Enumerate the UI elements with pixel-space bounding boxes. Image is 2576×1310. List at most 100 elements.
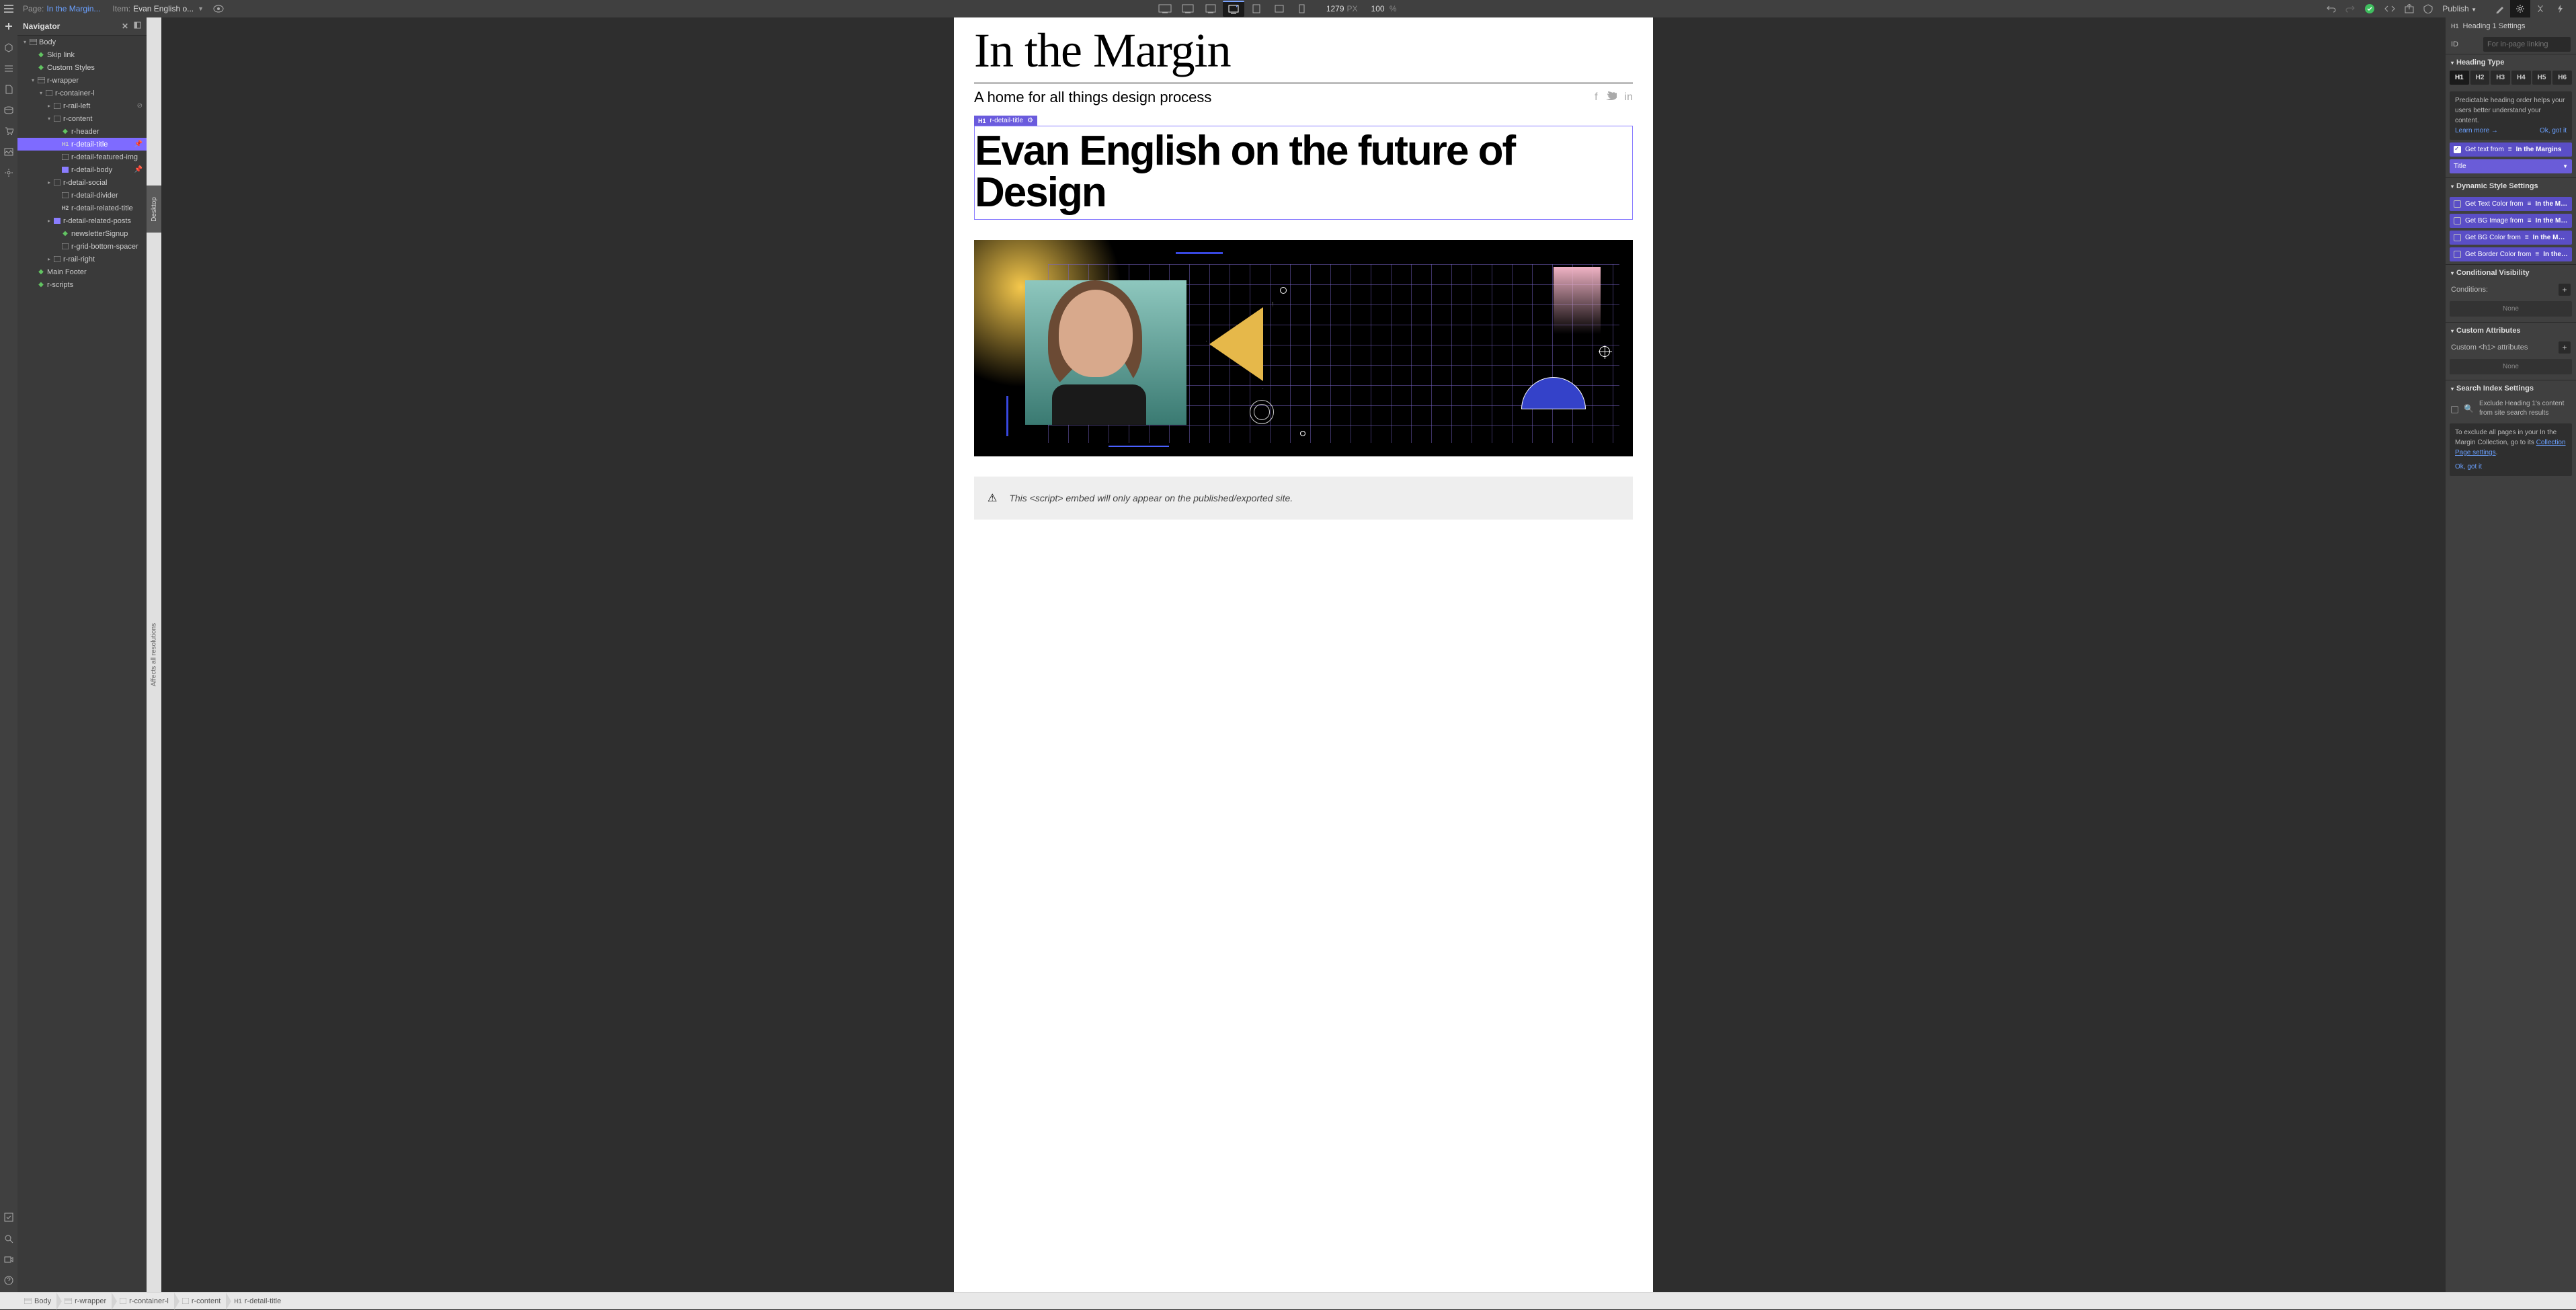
selection-label[interactable]: H1 r-detail-title ⚙: [974, 116, 1037, 126]
navigator-icon[interactable]: [4, 65, 13, 73]
dyn-checkbox[interactable]: [2454, 217, 2461, 224]
tree-node[interactable]: ◆r-header: [17, 125, 147, 138]
heading-type-header[interactable]: ▾Heading Type: [2446, 54, 2576, 71]
style-tab[interactable]: [2490, 0, 2510, 17]
preview-eye-icon[interactable]: [213, 5, 224, 13]
id-input[interactable]: [2483, 37, 2571, 52]
dyn-checkbox[interactable]: [2454, 200, 2461, 208]
assets-icon[interactable]: [4, 148, 13, 156]
device-tablet-button[interactable]: [1246, 1, 1267, 17]
tree-node[interactable]: ◆r-scripts: [17, 278, 147, 291]
canvas[interactable]: In the Margin A home for all things desi…: [161, 17, 2446, 1292]
breadcrumb-item[interactable]: r-container-l: [113, 1293, 175, 1309]
dynamic-style-row[interactable]: Get BG Color from≡In the Margi...: [2450, 231, 2572, 245]
pages-icon[interactable]: [5, 85, 13, 94]
search-index-header[interactable]: ▾Search Index Settings: [2446, 380, 2576, 397]
heading-h6-button[interactable]: H6: [2552, 71, 2572, 85]
navigator-tree[interactable]: Body◆Skip link◆Custom Stylesr-wrapperr-c…: [17, 35, 147, 1292]
get-text-from-row[interactable]: Get text from ≡ In the Margins: [2450, 142, 2572, 157]
navigator-pin-icon[interactable]: [134, 22, 141, 31]
tree-node[interactable]: ◆Custom Styles: [17, 61, 147, 74]
heading-h5-button[interactable]: H5: [2532, 71, 2552, 85]
add-attribute-button[interactable]: +: [2559, 341, 2571, 354]
learn-more-link[interactable]: Learn more →: [2455, 127, 2498, 134]
components-icon[interactable]: [4, 43, 13, 52]
tree-node[interactable]: r-detail-related-posts: [17, 214, 147, 227]
facebook-icon[interactable]: f: [1595, 91, 1597, 104]
tree-node[interactable]: ◆Skip link: [17, 48, 147, 61]
interactions-tab[interactable]: [2550, 0, 2571, 17]
redo-icon[interactable]: [2345, 5, 2355, 13]
cms-icon[interactable]: [4, 106, 13, 114]
heading-h4-button[interactable]: H4: [2511, 71, 2531, 85]
site-title[interactable]: In the Margin: [974, 17, 1633, 79]
search-icon[interactable]: [4, 1234, 13, 1243]
style-manager-tab[interactable]: [2530, 0, 2550, 17]
tree-node[interactable]: r-wrapper: [17, 74, 147, 87]
dynamic-style-row[interactable]: Get BG Image from≡In the Marg...: [2450, 214, 2572, 228]
publish-button[interactable]: Publish ▼: [2442, 4, 2477, 13]
device-landscape-button[interactable]: [1269, 1, 1290, 17]
navigator-close-icon[interactable]: ✕: [122, 22, 128, 31]
export-icon[interactable]: [2405, 4, 2414, 13]
breadcrumb-item[interactable]: H1r-detail-title: [227, 1293, 288, 1309]
device-desktop-button[interactable]: [1223, 1, 1244, 17]
dyn-checkbox[interactable]: [2454, 234, 2461, 241]
tree-node[interactable]: r-detail-social: [17, 176, 147, 189]
tree-node[interactable]: H1r-detail-title📌: [17, 138, 147, 151]
item-dropdown-caret-icon[interactable]: ▼: [198, 5, 204, 12]
add-icon[interactable]: [4, 22, 13, 31]
heading-h2-button[interactable]: H2: [2470, 71, 2490, 85]
ecommerce-icon[interactable]: [4, 126, 13, 136]
dyn-checkbox[interactable]: [2454, 251, 2461, 258]
site-subtitle[interactable]: A home for all things design process: [974, 89, 1211, 106]
device-l-button[interactable]: [1177, 1, 1199, 17]
settings-icon[interactable]: [4, 168, 13, 177]
tree-node[interactable]: H2r-detail-related-title: [17, 202, 147, 214]
video-icon[interactable]: [4, 1256, 13, 1264]
item-value[interactable]: Evan English o...: [133, 4, 194, 13]
heading-h1-button[interactable]: H1: [2450, 71, 2469, 85]
dynamic-style-header[interactable]: ▾Dynamic Style Settings: [2446, 178, 2576, 194]
settings-tab[interactable]: [2510, 0, 2530, 17]
tree-node[interactable]: r-grid-bottom-spacer: [17, 240, 147, 253]
tree-node[interactable]: Body: [17, 36, 147, 48]
selection-gear-icon[interactable]: ⚙: [1027, 117, 1033, 124]
device-mobile-button[interactable]: [1291, 1, 1313, 17]
ok-got-it-link[interactable]: Ok, got it: [2540, 126, 2567, 136]
field-select[interactable]: Title▼: [2450, 159, 2572, 173]
device-xl-button[interactable]: [1154, 1, 1176, 17]
add-condition-button[interactable]: +: [2559, 284, 2571, 296]
audit-icon[interactable]: [2423, 4, 2433, 13]
help-icon[interactable]: [4, 1276, 13, 1285]
code-icon[interactable]: [2384, 5, 2395, 13]
hamburger-menu[interactable]: [0, 0, 17, 17]
tree-node[interactable]: r-rail-right: [17, 253, 147, 265]
exclude-checkbox[interactable]: [2451, 406, 2458, 413]
canvas-zoom[interactable]: 100 %: [1371, 4, 1397, 13]
breadcrumb-item[interactable]: Body: [17, 1293, 58, 1309]
tree-node[interactable]: r-detail-body📌: [17, 163, 147, 176]
tree-node[interactable]: r-container-l: [17, 87, 147, 99]
breadcrumb-item[interactable]: r-wrapper: [58, 1293, 113, 1309]
custom-attributes-header[interactable]: ▾Custom Attributes: [2446, 323, 2576, 339]
twitter-icon[interactable]: [1606, 91, 1617, 104]
heading-h3-button[interactable]: H3: [2491, 71, 2510, 85]
get-text-checkbox[interactable]: [2454, 146, 2461, 153]
undo-icon[interactable]: [2327, 5, 2336, 13]
tree-node[interactable]: r-detail-divider: [17, 189, 147, 202]
detail-title-selection[interactable]: Evan English on the future of Design: [974, 126, 1633, 220]
dynamic-style-row[interactable]: Get Text Color from≡In the Mar...: [2450, 197, 2572, 211]
audit-check-icon[interactable]: [4, 1213, 13, 1222]
breadcrumb-item[interactable]: r-content: [175, 1293, 227, 1309]
conditional-visibility-header[interactable]: ▾Conditional Visibility: [2446, 265, 2576, 281]
dynamic-style-row[interactable]: Get Border Color from≡In the M...: [2450, 247, 2572, 261]
page-value[interactable]: In the Margin...: [46, 4, 100, 13]
resolution-handle[interactable]: Affects all resolutions Desktop: [147, 17, 161, 1292]
tree-node[interactable]: r-content: [17, 112, 147, 125]
tree-node[interactable]: r-detail-featured-img: [17, 151, 147, 163]
tree-node[interactable]: ◆Main Footer: [17, 265, 147, 278]
ok-got-it-link-2[interactable]: Ok, got it: [2455, 462, 2567, 472]
device-m-button[interactable]: [1200, 1, 1221, 17]
canvas-width[interactable]: 1279PX: [1326, 4, 1358, 13]
